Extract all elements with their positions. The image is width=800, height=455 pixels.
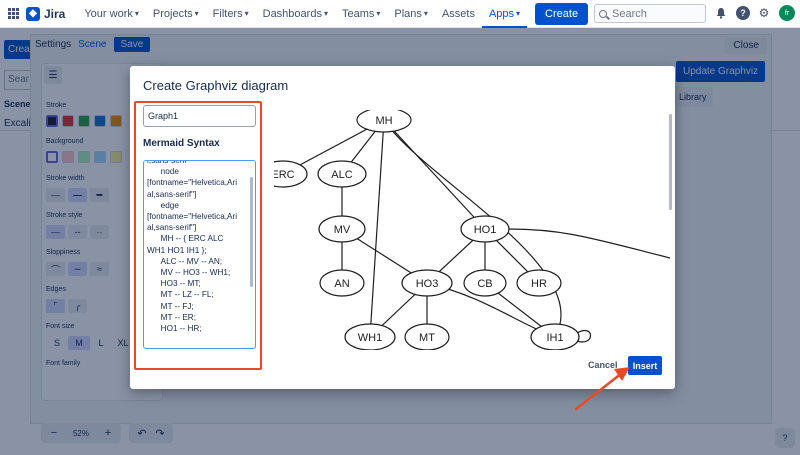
settings-gear-icon[interactable]: ⚙ [757,6,771,20]
graph-node-label: MT [419,332,435,344]
code-line: al,sans-serif"] [147,189,197,199]
nav-item-label: Filters [212,7,243,20]
code-line: HO3 -- MT; [147,279,201,289]
create-button[interactable]: Create [535,2,589,25]
textarea-scrollbar[interactable] [250,177,253,287]
code-line: MT -- ER; [147,312,196,322]
graph-node-label: HO1 [474,224,497,236]
graph-node-label: ALC [331,169,352,181]
nav-item-label: Plans [394,7,422,20]
code-line: MT -- FJ; [147,301,194,311]
jira-top-bar: ◆ Jira Your work ▾ Projects ▾ Filters ▾ Dashbo… [0,0,800,28]
dialog-title: Create Graphviz diagram [143,78,289,93]
nav-item-label: Dashboards [262,7,322,20]
jira-logo[interactable]: ◆ Jira [26,6,66,21]
nav-item-assets[interactable]: Assets [435,0,482,28]
chevron-down-icon: ▾ [323,9,328,18]
annotation-arrow-icon [574,367,630,411]
nav-item-projects[interactable]: Projects ▾ [146,0,206,28]
graph-preview-svg: MH ERC ALC MV HO1 AN HO3 CB HR WH1 MT IH1 [274,110,670,350]
chevron-down-icon: ▾ [423,9,428,18]
graph-node-label: WH1 [358,332,382,344]
graph-node-label: ERC [274,169,295,181]
code-line: MH -- { ERC ALC [147,234,224,244]
chevron-down-icon: ▾ [244,9,249,18]
nav-item-apps[interactable]: Apps ▾ [482,0,527,28]
graph-node-label: AN [334,278,349,290]
nav-item-filters[interactable]: Filters ▾ [206,0,256,28]
graph-edge [383,119,486,230]
code-line: HO1 -- HR; [147,324,202,334]
nav-item-plans[interactable]: Plans ▾ [387,0,435,28]
code-line: node [147,167,179,177]
chevron-down-icon: ▾ [376,9,381,18]
graph-edge [508,228,670,259]
graph-node-label: CB [477,278,492,290]
help-icon[interactable]: ? [736,6,750,20]
code-line: WH1 HO1 IH1 }; [147,245,207,255]
graph-name-input[interactable]: Graph1 [143,105,256,127]
graph-node-label: HR [531,278,547,290]
preview-scrollbar[interactable] [669,114,672,210]
jira-logo-text: Jira [44,6,66,21]
search-placeholder: Search [612,7,647,20]
search-icon [599,9,607,18]
code-line: edge [147,200,179,210]
nav-item-label: Teams [341,7,375,20]
chevron-down-icon: ▾ [134,9,139,18]
syntax-label: Mermaid Syntax [143,138,220,149]
graph-preview: MH ERC ALC MV HO1 AN HO3 CB HR WH1 MT IH1 [274,110,670,350]
top-navigation: Your work ▾ Projects ▾ Filters ▾ Dashboards ▾ Te… [77,0,527,28]
user-avatar[interactable]: fr [779,5,795,21]
code-line: [fontname="Helvetica,Ari [147,178,238,188]
code-line: MV -- HO3 -- WH1; [147,268,231,278]
notifications-bell-icon[interactable] [714,6,728,20]
graph-node-label: MV [334,224,351,236]
syntax-code: l,sans-serif" node [fontname="Helvetica,A… [147,161,245,334]
syntax-textarea[interactable]: l,sans-serif" node [fontname="Helvetica,A… [143,160,256,349]
create-graphviz-dialog: Create Graphviz diagram Graph1 Mermaid S… [130,66,675,389]
nav-item-label: Apps [488,7,515,20]
nav-item-label: Your work [84,7,133,20]
graph-node-label: MH [375,115,392,127]
nav-item-label: Projects [152,7,193,20]
graph-edge [369,119,385,338]
graph-node-label: IH1 [546,332,563,344]
nav-item-dashboards[interactable]: Dashboards ▾ [256,0,335,28]
code-line: ALC -- MV -- AN; [147,256,223,266]
nav-item-label: Assets [441,7,475,20]
search-input[interactable]: Search [594,4,706,23]
code-line: MT -- LZ -- FL; [147,290,214,300]
chevron-down-icon: ▾ [194,9,199,18]
jira-logo-icon: ◆ [26,6,40,21]
code-line: al,sans-serif"] [147,223,197,233]
code-line: [fontname="Helvetica,Ari [147,212,238,222]
chevron-down-icon: ▾ [516,9,521,18]
nav-item-your-work[interactable]: Your work ▾ [77,0,146,28]
graph-node-label: HO3 [416,278,439,290]
nav-item-teams[interactable]: Teams ▾ [335,0,387,28]
app-switcher-icon[interactable] [8,7,20,20]
